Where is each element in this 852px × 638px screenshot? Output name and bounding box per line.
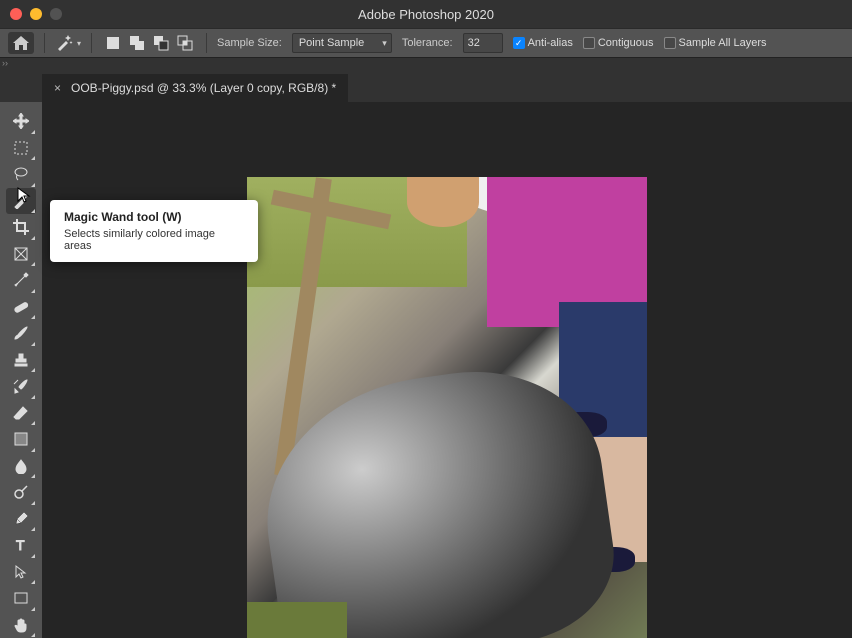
home-icon — [13, 36, 29, 50]
document-canvas[interactable] — [247, 177, 647, 638]
hand-icon — [13, 617, 29, 633]
rectangle-icon — [13, 590, 29, 606]
close-tab-button[interactable]: × — [54, 81, 61, 95]
clone-stamp-tool[interactable] — [6, 347, 36, 374]
gradient-icon — [13, 431, 29, 447]
title-bar: Adobe Photoshop 2020 — [0, 0, 852, 28]
sample-size-label: Sample Size: — [217, 37, 282, 49]
canvas-area[interactable] — [42, 102, 852, 638]
hand-tool[interactable] — [6, 612, 36, 638]
eyedropper-tool[interactable] — [6, 267, 36, 294]
stamp-icon — [13, 352, 29, 368]
toolbox: T — [0, 102, 42, 638]
eraser-icon — [13, 405, 29, 421]
current-tool-indicator[interactable]: ▾ — [55, 34, 81, 52]
maximize-window-button[interactable] — [50, 8, 62, 20]
crop-tool[interactable] — [6, 214, 36, 241]
type-icon: T — [13, 537, 29, 553]
crop-icon — [13, 219, 29, 235]
bandaid-icon — [13, 299, 29, 315]
history-brush-icon — [13, 378, 29, 394]
divider — [91, 33, 92, 53]
tool-tooltip: Magic Wand tool (W) Selects similarly co… — [50, 200, 258, 262]
square-icon — [105, 35, 121, 51]
move-tool[interactable] — [6, 108, 36, 135]
selection-mode-subtract[interactable] — [150, 32, 172, 54]
brush-icon — [13, 325, 29, 341]
tolerance-input[interactable]: 32 — [463, 33, 503, 53]
sample-all-label: Sample All Layers — [679, 37, 767, 49]
document-tab-title: OOB-Piggy.psd @ 33.3% (Layer 0 copy, RGB… — [71, 81, 336, 95]
anti-alias-checkbox[interactable]: Anti-alias — [513, 37, 573, 49]
document-tab[interactable]: × OOB-Piggy.psd @ 33.3% (Layer 0 copy, R… — [42, 74, 348, 102]
divider — [44, 33, 45, 53]
eraser-tool[interactable] — [6, 400, 36, 427]
dodge-tool[interactable] — [6, 479, 36, 506]
eyedropper-icon — [13, 272, 29, 288]
magic-wand-icon — [55, 34, 73, 52]
contiguous-label: Contiguous — [598, 37, 654, 49]
checkbox-icon — [664, 37, 676, 49]
tooltip-title: Magic Wand tool (W) — [64, 210, 244, 224]
document-tabs: × OOB-Piggy.psd @ 33.3% (Layer 0 copy, R… — [0, 74, 852, 102]
history-brush-tool[interactable] — [6, 373, 36, 400]
type-tool[interactable]: T — [6, 532, 36, 559]
droplet-icon — [13, 458, 29, 474]
checkbox-checked-icon — [513, 37, 525, 49]
lasso-tool[interactable] — [6, 161, 36, 188]
tolerance-label: Tolerance: — [402, 37, 453, 49]
move-icon — [13, 113, 29, 129]
expand-panels-button[interactable]: ›› — [0, 58, 12, 74]
options-bar: ▾ Sample Size: Point Sample Tolerance: 3… — [0, 28, 852, 58]
window-controls — [10, 8, 62, 20]
selection-mode-add[interactable] — [126, 32, 148, 54]
magic-wand-tool[interactable] — [6, 188, 36, 215]
anti-alias-label: Anti-alias — [528, 37, 573, 49]
squares-intersect-icon — [177, 35, 193, 51]
close-window-button[interactable] — [10, 8, 22, 20]
sample-all-layers-checkbox[interactable]: Sample All Layers — [664, 37, 767, 49]
frame-tool[interactable] — [6, 241, 36, 268]
contiguous-checkbox[interactable]: Contiguous — [583, 37, 654, 49]
svg-text:T: T — [16, 537, 25, 553]
sample-size-select[interactable]: Point Sample — [292, 33, 392, 53]
app-title: Adobe Photoshop 2020 — [358, 7, 494, 22]
brush-tool[interactable] — [6, 320, 36, 347]
selection-mode-new[interactable] — [102, 32, 124, 54]
squares-add-icon — [129, 35, 145, 51]
divider — [206, 33, 207, 53]
blur-tool[interactable] — [6, 453, 36, 480]
pen-icon — [13, 511, 29, 527]
checkbox-icon — [583, 37, 595, 49]
marquee-tool[interactable] — [6, 135, 36, 162]
gradient-tool[interactable] — [6, 426, 36, 453]
path-selection-tool[interactable] — [6, 559, 36, 586]
tooltip-description: Selects similarly colored image areas — [64, 228, 244, 252]
minimize-window-button[interactable] — [30, 8, 42, 20]
frame-icon — [13, 246, 29, 262]
arrow-cursor-icon — [13, 564, 29, 580]
healing-brush-tool[interactable] — [6, 294, 36, 321]
selection-mode-intersect[interactable] — [174, 32, 196, 54]
rectangle-tool[interactable] — [6, 585, 36, 612]
squares-subtract-icon — [153, 35, 169, 51]
pen-tool[interactable] — [6, 506, 36, 533]
dodge-icon — [13, 484, 29, 500]
magic-wand-icon — [13, 193, 29, 209]
home-button[interactable] — [8, 32, 34, 54]
lasso-icon — [13, 166, 29, 182]
tabs-gutter — [0, 74, 42, 102]
marquee-icon — [13, 140, 29, 156]
